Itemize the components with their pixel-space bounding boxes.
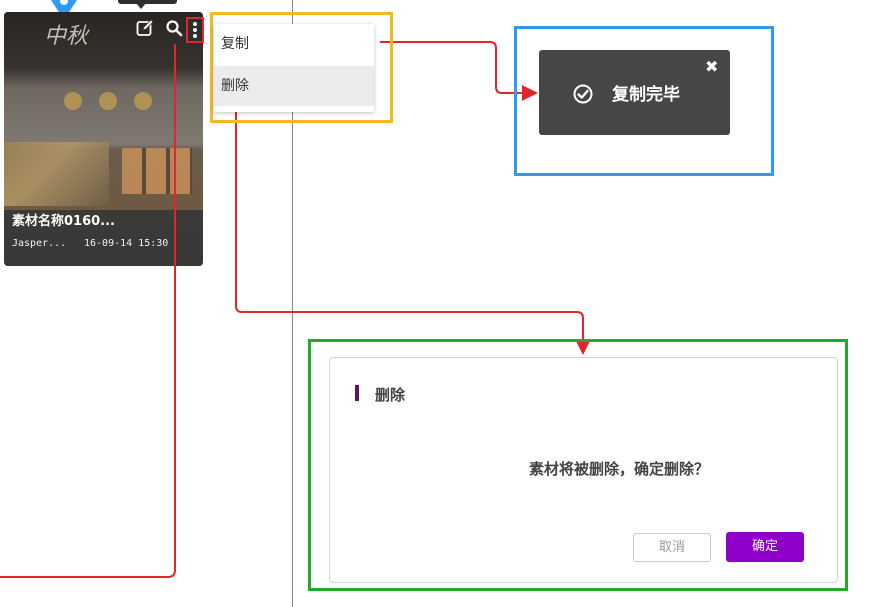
dialog-message: 素材将被删除，确定删除？ [529,460,710,478]
check-circle-icon [573,84,593,104]
menu-item-copy[interactable]: 复制 [214,24,374,64]
menu-item-delete[interactable]: 删除 [214,66,374,106]
dialog-title: 删除 [375,386,406,404]
confirm-button[interactable]: 确定 [726,532,804,562]
cancel-button[interactable]: 取消 [633,533,711,562]
context-menu: 复制 删除 [214,24,374,112]
toast-message: 复制完毕 [612,85,680,105]
dialog-title-accent [355,385,359,401]
close-icon[interactable]: ✖ [705,57,718,76]
